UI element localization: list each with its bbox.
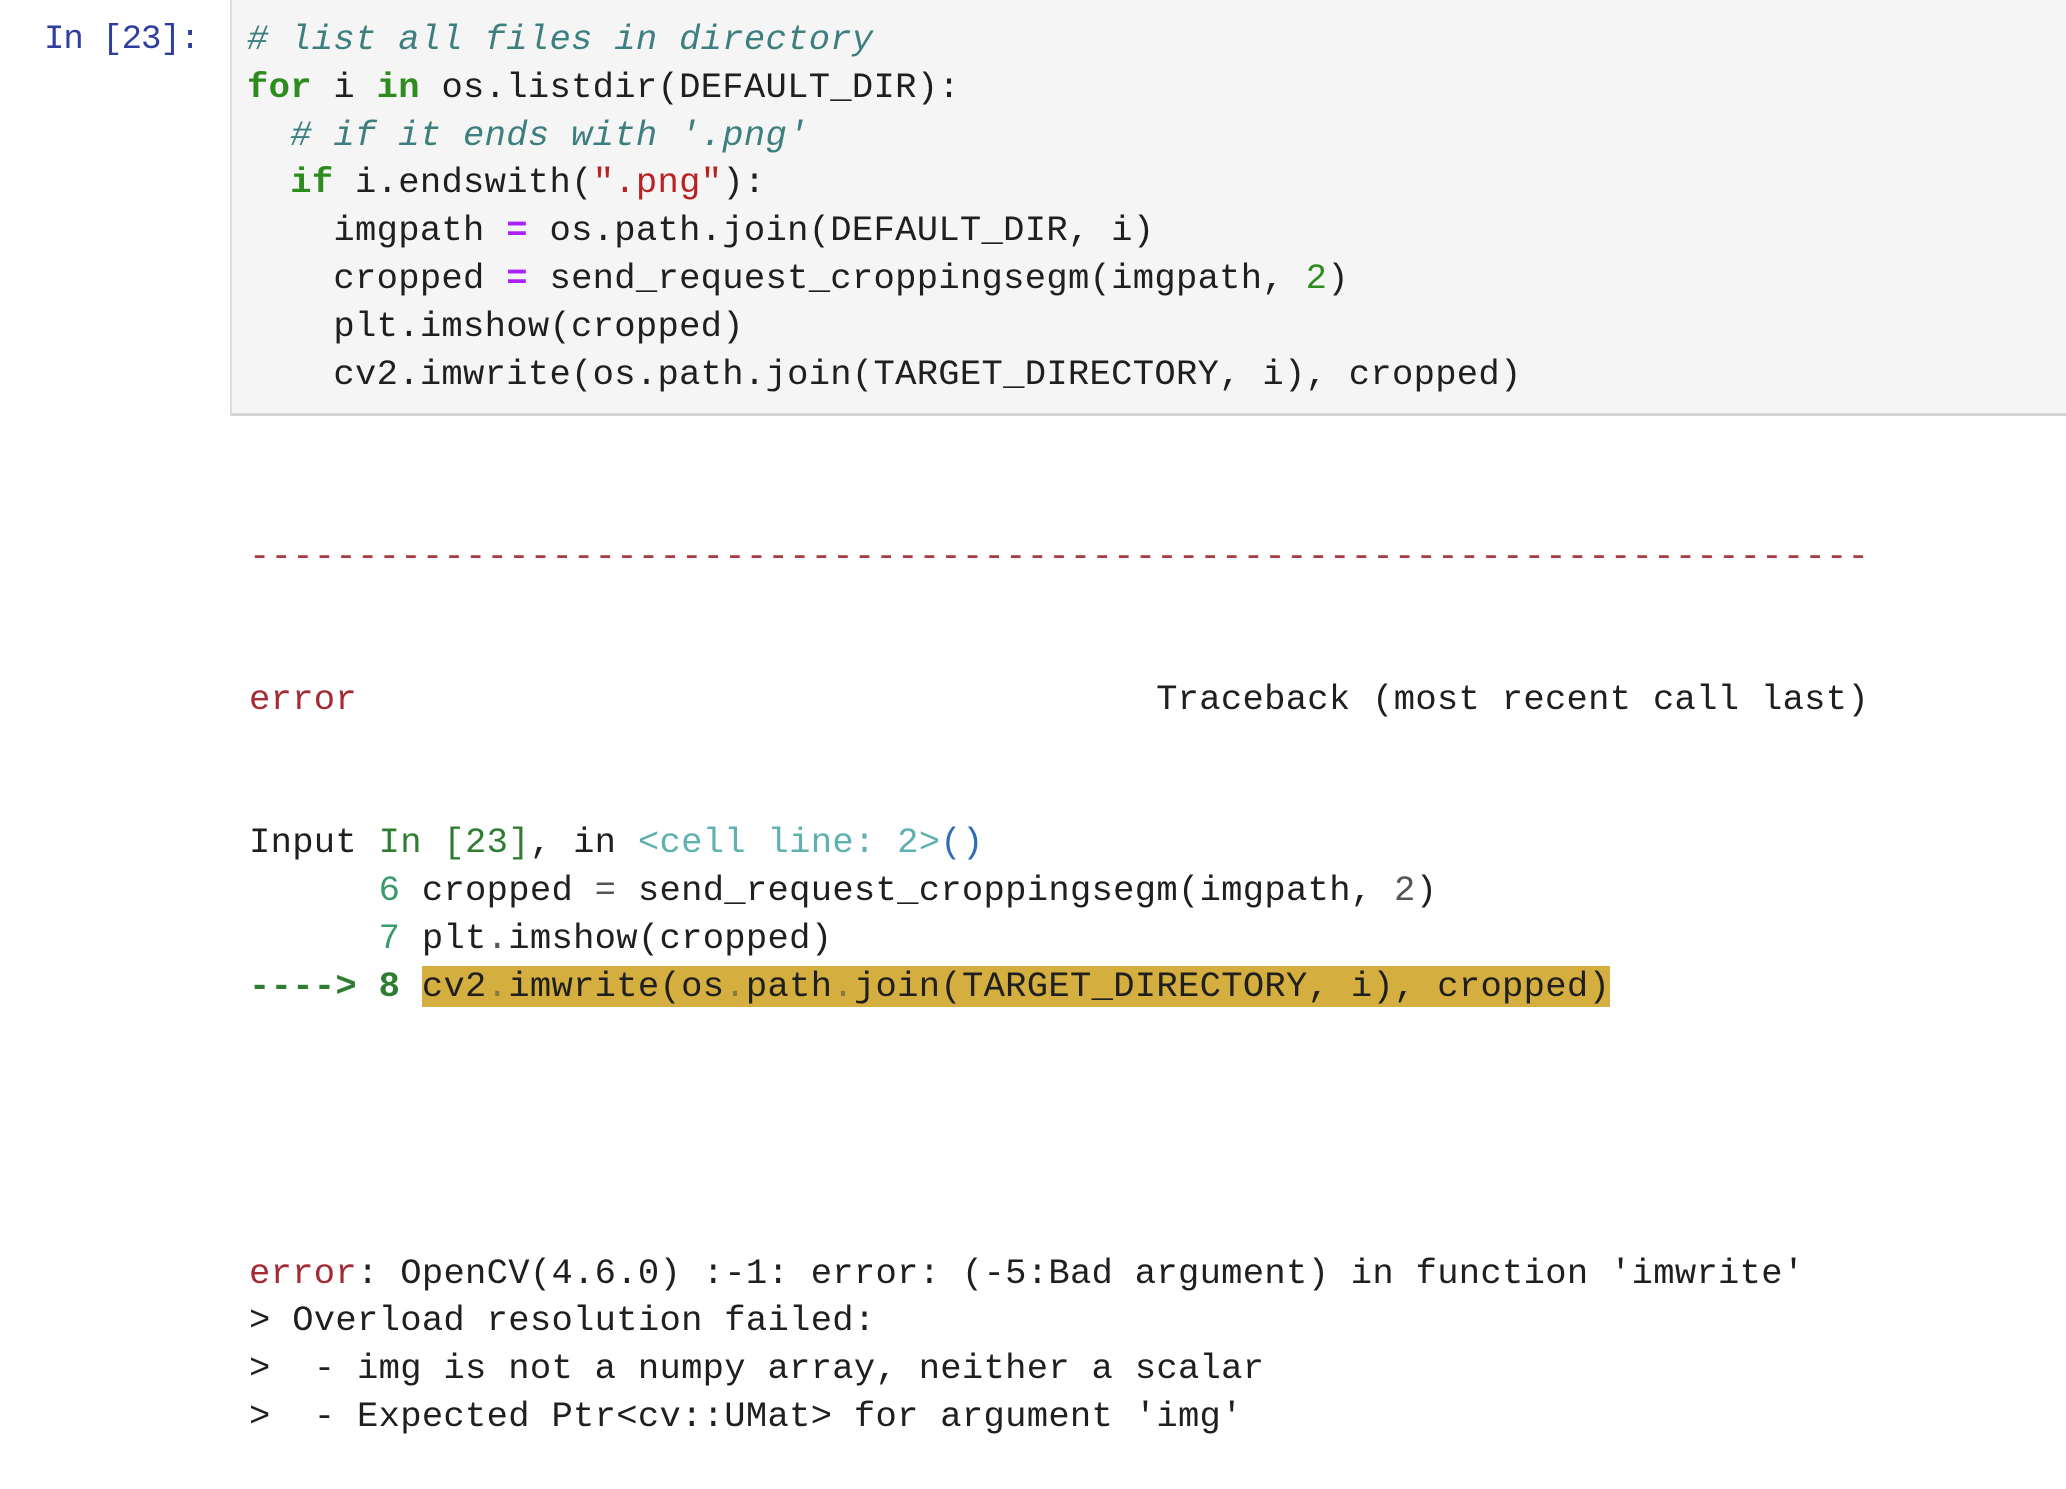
token-plain: > Overload resolution failed: (249, 1300, 876, 1342)
token-plain: i (311, 66, 377, 108)
token-arrow: ----> 8 (249, 965, 401, 1007)
code-line: if i.endswith(".png"): (247, 159, 1522, 207)
token-keyword: if (290, 162, 334, 204)
token-plain: Input (249, 822, 379, 864)
token-plain: send_request_croppingsegm(imgpath, (527, 257, 1306, 299)
token-plain: cropped (247, 257, 507, 299)
code-line: imgpath = os.path.join(DEFAULT_DIR, i) (247, 207, 1522, 255)
token-plain: cv2.imwrite(os.path.join(TARGET_DIRECTOR… (247, 353, 1522, 395)
error-message-line: > - img is not a numpy array, neither a … (249, 1345, 1869, 1393)
token-plain: join(TARGET_DIRECTORY, i), cropped) (853, 965, 1611, 1007)
token-plain: cv2 (421, 965, 487, 1007)
token-dot: . (486, 965, 509, 1007)
token-blue: () (940, 822, 984, 864)
code-line: for i in os.listdir(DEFAULT_DIR): (247, 64, 1522, 112)
cell-output: ----------------------------------------… (249, 437, 1869, 1489)
error-message-line: > Overload resolution failed: (249, 1297, 1869, 1345)
token-plain: > - Expected Ptr<cv::UMat> for argument … (249, 1395, 1243, 1437)
traceback-line: 6 cropped = send_request_croppingsegm(im… (249, 867, 1869, 915)
token-plain: path (745, 965, 833, 1007)
token-keyword: for (247, 66, 312, 108)
token-keyword: in (376, 66, 420, 108)
token-plain: cropped (400, 870, 595, 912)
token-plain: : OpenCV(4.6.0) :-1: error: (-5:Bad argu… (357, 1252, 1805, 1294)
error-message-line: error: OpenCV(4.6.0) :-1: error: (-5:Bad… (249, 1250, 1869, 1298)
token-op: = (506, 210, 528, 252)
token-grey: . (486, 917, 509, 959)
code-line: cv2.imwrite(os.path.join(TARGET_DIRECTOR… (247, 351, 1522, 399)
token-teal: <cell line: 2> (637, 822, 941, 864)
token-plain: ) (1327, 257, 1349, 299)
token-grey: = (594, 870, 617, 912)
token-string: ".png" (592, 162, 723, 204)
code-line: # list all files in directory (247, 16, 1522, 64)
token-plain: ): (722, 162, 766, 204)
token-op: = (506, 257, 528, 299)
token-comment: # if it ends with '.png' (290, 114, 809, 156)
token-plain: plt (400, 917, 487, 959)
error-message: error: OpenCV(4.6.0) :-1: error: (-5:Bad… (249, 1250, 1869, 1441)
token-plain: imgpath (247, 210, 507, 252)
token-green: In [23] (378, 822, 530, 864)
token-dot: . (724, 965, 746, 1007)
error-type: error (249, 678, 358, 720)
token-plain: os.path.join(DEFAULT_DIR, i) (527, 210, 1155, 252)
traceback-separator: ----------------------------------------… (249, 535, 1870, 577)
input-prompt: In [23]: (44, 21, 200, 59)
traceback-line: ----> 8 cv2.imwrite(os.path.join(TARGET_… (249, 963, 1869, 1011)
token-plain: plt.imshow(cropped) (247, 305, 744, 347)
error-message-line: > - Expected Ptr<cv::UMat> for argument … (249, 1393, 1869, 1441)
token-dot: . (832, 965, 854, 1007)
traceback-line: Input In [23], in <cell line: 2>() (249, 819, 1869, 867)
token-plain: i.endswith( (333, 162, 593, 204)
token-grey: 2 (1394, 870, 1416, 912)
code-line: # if it ends with '.png' (247, 112, 1522, 160)
token-comment: # list all files in directory (247, 19, 874, 60)
code-line: cropped = send_request_croppingsegm(imgp… (247, 255, 1522, 303)
token-plain: os.listdir(DEFAULT_DIR): (419, 66, 960, 108)
traceback-line: 7 plt.imshow(cropped) (249, 915, 1869, 963)
token-plain: , in (529, 822, 638, 864)
token-lineno: 6 (378, 870, 401, 912)
traceback-label: Traceback (most recent call last) (1156, 678, 1869, 720)
token-plain: imshow(cropped) (508, 917, 833, 959)
token-lineno: 7 (378, 917, 401, 959)
code-editor[interactable]: # list all files in directory for i in os… (247, 16, 1522, 398)
token-errname: error (249, 1252, 358, 1294)
code-line: plt.imshow(cropped) (247, 303, 1522, 351)
token-plain: send_request_croppingsegm(imgpath, (616, 870, 1395, 912)
token-plain: imwrite(os (508, 965, 725, 1007)
traceback-frames: Input In [23], in <cell line: 2>() 6 cro… (249, 819, 1869, 1010)
token-plain: ) (1415, 870, 1438, 912)
token-plain: > - img is not a numpy array, neither a … (249, 1348, 1265, 1390)
token-number: 2 (1305, 257, 1328, 299)
traceback-header: error Traceback (most recent call last) (249, 676, 1869, 724)
